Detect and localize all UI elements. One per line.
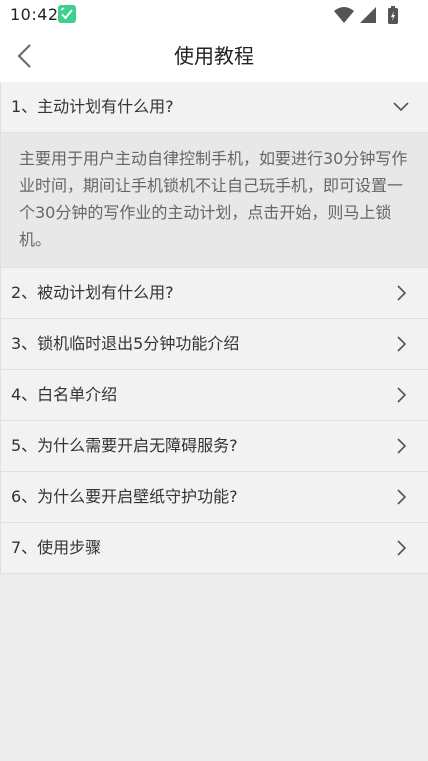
back-arrow-icon[interactable] [10,40,42,72]
battery-icon [388,6,398,24]
faq-item-5[interactable]: 5、为什么需要开启无障碍服务? [1,421,428,472]
faq-question: 4、白名单介绍 [11,385,118,404]
signal-icon [360,7,376,23]
faq-item-4[interactable]: 4、白名单介绍 [1,370,428,421]
faq-item-6[interactable]: 6、为什么要开启壁纸守护功能? [1,472,428,523]
faq-item-2[interactable]: 2、被动计划有什么用? [1,268,428,319]
chevron-right-icon [397,489,407,505]
chevron-down-icon [393,102,409,112]
faq-question: 1、主动计划有什么用? [11,97,174,116]
chevron-right-icon [397,540,407,556]
faq-question: 7、使用步骤 [11,538,102,557]
chevron-right-icon [397,387,407,403]
faq-list: 1、主动计划有什么用? 主要用于用户主动自律控制手机，如要进行30分钟写作业时间… [0,82,428,574]
faq-question: 3、锁机临时退出5分钟功能介绍 [11,334,240,353]
nav-bar: 使用教程 [0,30,428,83]
faq-item-3[interactable]: 3、锁机临时退出5分钟功能介绍 [1,319,428,370]
status-bar: 10:42 [0,0,428,30]
faq-question: 2、被动计划有什么用? [11,283,174,302]
check-shield-icon [58,5,76,23]
wifi-icon [334,7,354,23]
page-title: 使用教程 [174,44,254,68]
faq-answer: 主要用于用户主动自律控制手机，如要进行30分钟写作业时间，期间让手机锁机不让自己… [1,133,428,268]
chevron-right-icon [397,285,407,301]
faq-question: 6、为什么要开启壁纸守护功能? [11,487,238,506]
faq-item-1[interactable]: 1、主动计划有什么用? [1,82,428,133]
status-time: 10:42 [10,5,59,24]
chevron-right-icon [397,438,407,454]
faq-item-7[interactable]: 7、使用步骤 [1,523,428,574]
faq-question: 5、为什么需要开启无障碍服务? [11,436,238,455]
chevron-right-icon [397,336,407,352]
